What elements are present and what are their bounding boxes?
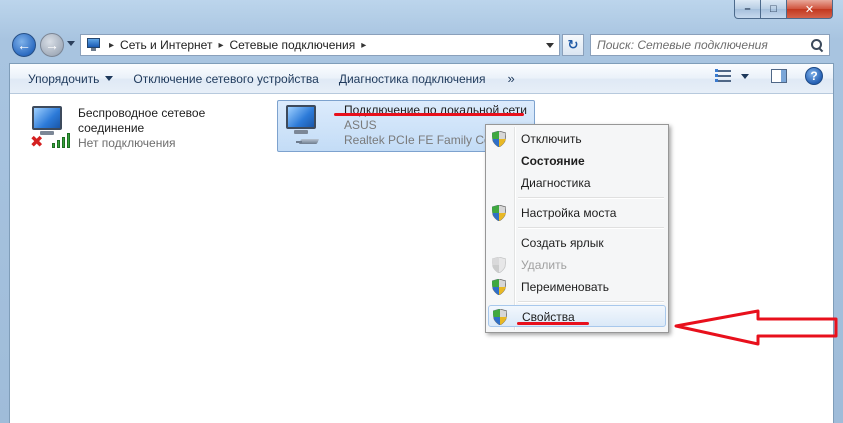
breadcrumb-separator[interactable]: ▸: [109, 40, 114, 51]
preview-pane-icon[interactable]: [771, 69, 787, 83]
menu-item-delete: Удалить: [488, 254, 666, 276]
menu-item-disable[interactable]: Отключить: [488, 128, 666, 150]
uac-shield-icon: [492, 205, 506, 221]
disable-device-label: Отключение сетевого устройства: [133, 71, 319, 86]
context-menu: Отключить Состояние Диагностика Настройк…: [485, 124, 669, 333]
menu-separator: [518, 227, 664, 229]
organize-button[interactable]: Упорядочить: [10, 67, 123, 91]
uac-shield-icon: [492, 257, 506, 273]
annotation-underline-connection: [334, 113, 524, 116]
menu-item-label: Переименовать: [521, 280, 609, 294]
wireless-connection-text: Беспроводное сетевое соединение Нет подк…: [78, 106, 205, 151]
annotation-underline-properties: [517, 322, 589, 325]
refresh-icon: ↻: [567, 37, 579, 52]
wireless-title-line2: соединение: [78, 121, 145, 135]
menu-item-label: Создать ярлык: [521, 236, 604, 250]
breadcrumb-separator[interactable]: ▸: [361, 40, 366, 51]
breadcrumb-network-internet[interactable]: Сеть и Интернет: [120, 38, 212, 52]
network-cable-icon: [296, 135, 324, 147]
menu-item-label: Состояние: [521, 154, 585, 168]
minimize-button[interactable]: –: [734, 0, 761, 19]
wireless-connection-item[interactable]: ✖ Беспроводное сетевое соединение Нет по…: [24, 102, 254, 154]
diagnose-label: Диагностика подключения: [338, 71, 486, 86]
menu-item-label: Настройка моста: [521, 206, 617, 220]
change-view-icon[interactable]: [715, 68, 735, 84]
recent-pages-dropdown[interactable]: [67, 41, 75, 46]
disconnected-x-icon: ✖: [30, 134, 44, 151]
maximize-button[interactable]: □: [761, 0, 787, 19]
navigation-bar: ← → ▸ Сеть и Интернет ▸ Сетевые подключе…: [0, 30, 843, 60]
caption-buttons: – □ ✕: [734, 0, 833, 19]
menu-item-label: Диагностика: [521, 176, 591, 190]
uac-shield-icon: [492, 279, 506, 295]
arrow-left-icon: ←: [17, 37, 31, 53]
view-controls: ?: [715, 67, 823, 85]
annotation-arrow-icon: [674, 309, 838, 346]
chevron-down-icon: [546, 42, 554, 48]
uac-shield-icon: [493, 309, 507, 325]
wireless-network-icon: ✖: [28, 104, 74, 151]
diagnose-connection-button[interactable]: Диагностика подключения: [329, 67, 496, 91]
search-box[interactable]: [590, 34, 830, 56]
address-bar[interactable]: ▸ Сеть и Интернет ▸ Сетевые подключения …: [80, 34, 560, 56]
explorer-window: – □ ✕ ← → ▸ Сеть и Интернет ▸ Сетевые по…: [0, 0, 843, 423]
menu-separator: [518, 301, 664, 303]
menu-item-label: Удалить: [521, 258, 567, 272]
more-commands-button[interactable]: »: [496, 71, 527, 86]
search-icon[interactable]: [811, 39, 823, 51]
command-bar: Упорядочить Отключение сетевого устройст…: [10, 64, 833, 94]
breadcrumb-network-connections[interactable]: Сетевые подключения: [229, 38, 355, 52]
menu-item-create-shortcut[interactable]: Создать ярлык: [488, 232, 666, 254]
menu-item-diagnostics[interactable]: Диагностика: [488, 172, 666, 194]
menu-item-label: Отключить: [521, 132, 582, 146]
wireless-status: Нет подключения: [78, 136, 176, 150]
menu-item-rename[interactable]: Переименовать: [488, 276, 666, 298]
chevron-down-icon: [105, 76, 114, 81]
wired-network-icon: [282, 103, 328, 149]
content-area: Упорядочить Отключение сетевого устройст…: [9, 63, 834, 423]
search-input[interactable]: [597, 38, 803, 52]
menu-item-status[interactable]: Состояние: [488, 150, 666, 172]
back-button[interactable]: ←: [12, 33, 36, 57]
breadcrumb-separator[interactable]: ▸: [218, 40, 223, 51]
close-button[interactable]: ✕: [787, 0, 833, 19]
view-options-dropdown[interactable]: [741, 73, 749, 79]
wireless-title-line1: Беспроводное сетевое: [78, 106, 206, 120]
disable-device-button[interactable]: Отключение сетевого устройства: [123, 67, 328, 91]
menu-separator: [518, 197, 664, 199]
uac-shield-icon: [492, 131, 506, 147]
arrow-right-icon: →: [45, 37, 59, 53]
help-icon[interactable]: ?: [805, 67, 823, 85]
signal-strength-icon: [50, 130, 72, 148]
organize-label: Упорядочить: [28, 71, 100, 86]
address-history-dropdown[interactable]: [541, 35, 559, 55]
menu-item-bridge[interactable]: Настройка моста: [488, 202, 666, 224]
forward-button[interactable]: →: [40, 33, 64, 57]
refresh-button[interactable]: ↻: [562, 34, 584, 56]
title-bar: – □ ✕: [0, 0, 843, 28]
network-folder-icon: [85, 37, 103, 53]
